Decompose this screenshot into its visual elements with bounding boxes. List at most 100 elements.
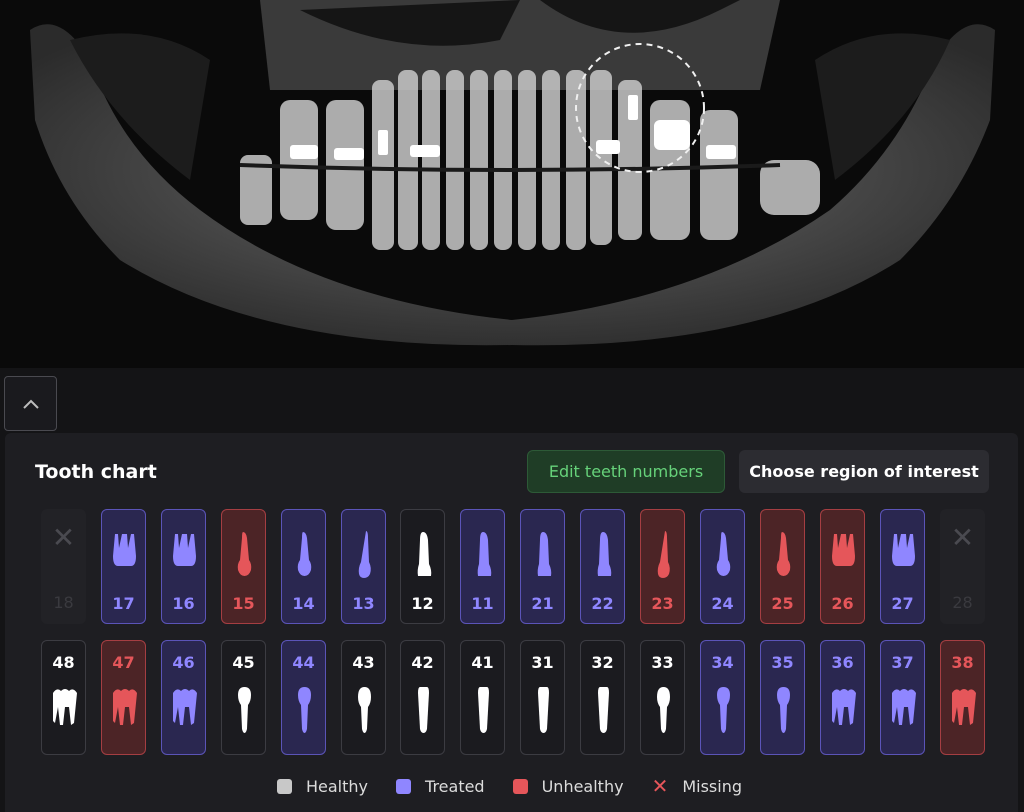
legend: Healthy Treated Unhealthy ✕ Missing (277, 775, 770, 797)
tooth-canine-icon (657, 687, 670, 733)
tooth-premolar-icon (298, 687, 311, 733)
tooth-number: 21 (531, 594, 554, 613)
tooth-number: 24 (711, 594, 734, 613)
legend-healthy: Healthy (277, 777, 368, 796)
tooth-43[interactable]: 43 (341, 640, 386, 755)
legend-label: Treated (425, 776, 485, 796)
tooth-number: 32 (591, 653, 614, 672)
tooth-incisor-icon (418, 687, 429, 733)
tooth-37[interactable]: 37 (880, 640, 925, 755)
tooth-incisor-icon (538, 687, 549, 733)
tooth-17[interactable]: 17 (101, 509, 146, 624)
tooth-45[interactable]: 45 (221, 640, 266, 755)
tooth-33[interactable]: 33 (640, 640, 685, 755)
tooth-number: 15 (232, 594, 255, 613)
tooth-42[interactable]: 42 (400, 640, 445, 755)
tooth-26[interactable]: 26 (820, 509, 865, 624)
legend-label: Unhealthy (541, 776, 624, 796)
tooth-incisor-icon (477, 532, 492, 576)
tooth-molar-icon (53, 689, 77, 725)
tooth-44[interactable]: 44 (281, 640, 326, 755)
tooth-number: 33 (651, 653, 674, 672)
choose-region-button[interactable]: Choose region of interest (739, 450, 989, 493)
upper-teeth-row: ✕ 18 17 16 15 14 13 12 11 21 22 23 24 25 26 27 ✕ 28 (41, 509, 986, 624)
tooth-number: 43 (352, 653, 375, 672)
tooth-number: 12 (411, 594, 434, 613)
tooth-number: 38 (951, 653, 974, 672)
collapse-button[interactable] (4, 376, 57, 431)
missing-x-icon: ✕ (950, 521, 975, 554)
edit-teeth-numbers-button[interactable]: Edit teeth numbers (527, 450, 725, 493)
tooth-number: 46 (172, 653, 195, 672)
tooth-13[interactable]: 13 (341, 509, 386, 624)
tooth-chart-panel: Tooth chart Edit teeth numbers Choose re… (5, 433, 1018, 812)
tooth-38[interactable]: 38 (940, 640, 985, 755)
tooth-number: 28 (952, 593, 973, 612)
tooth-35[interactable]: 35 (760, 640, 805, 755)
tooth-number: 47 (112, 653, 135, 672)
tooth-molar-icon (892, 689, 916, 725)
tooth-premolar-icon (717, 687, 730, 733)
tooth-12[interactable]: 12 (400, 509, 445, 624)
tooth-incisor-icon (597, 532, 612, 576)
tooth-number: 22 (591, 594, 614, 613)
tooth-47[interactable]: 47 (101, 640, 146, 755)
tooth-number: 17 (112, 594, 135, 613)
tooth-number: 41 (471, 653, 494, 672)
legend-unhealthy: Unhealthy (512, 776, 624, 796)
tooth-31[interactable]: 31 (520, 640, 565, 755)
tooth-molar-icon (113, 689, 137, 725)
tooth-41[interactable]: 41 (460, 640, 505, 755)
tooth-14[interactable]: 14 (281, 509, 326, 624)
tooth-48[interactable]: 48 (41, 640, 86, 755)
tooth-number: 18 (53, 593, 74, 612)
tooth-15[interactable]: 15 (221, 509, 266, 624)
tooth-number: 35 (771, 653, 794, 672)
tooth-molar-icon (832, 534, 855, 566)
tooth-number: 26 (831, 594, 854, 613)
tooth-32[interactable]: 32 (580, 640, 625, 755)
chevron-up-icon (22, 399, 39, 409)
tooth-number: 48 (52, 653, 75, 672)
tooth-number: 36 (831, 653, 854, 672)
treated-swatch (396, 778, 412, 794)
healthy-swatch (277, 778, 292, 794)
tooth-premolar-icon (297, 532, 312, 576)
legend-missing: ✕ Missing (651, 773, 742, 798)
tooth-18[interactable]: ✕ 18 (41, 509, 86, 624)
tooth-36[interactable]: 36 (820, 640, 865, 755)
tooth-21[interactable]: 21 (520, 509, 565, 624)
tooth-incisor-icon (417, 532, 432, 576)
legend-label: Missing (682, 776, 742, 796)
tooth-22[interactable]: 22 (580, 509, 625, 624)
tooth-number: 14 (292, 594, 315, 613)
tooth-molar-icon (173, 689, 197, 725)
tooth-premolar-icon (777, 687, 790, 733)
tooth-molar-icon (952, 689, 976, 725)
tooth-number: 16 (172, 594, 195, 613)
panel-title: Tooth chart (35, 461, 157, 483)
tooth-24[interactable]: 24 (700, 509, 745, 624)
tooth-28[interactable]: ✕ 28 (940, 509, 985, 624)
tooth-27[interactable]: 27 (880, 509, 925, 624)
tooth-molar-icon (832, 689, 856, 725)
tooth-number: 23 (651, 594, 674, 613)
tooth-premolar-icon (716, 532, 731, 576)
tooth-incisor-icon (478, 687, 489, 733)
tooth-canine-icon (657, 531, 670, 578)
tooth-canine-icon (358, 531, 371, 578)
panoramic-xray-image[interactable] (0, 0, 1024, 368)
tooth-11[interactable]: 11 (460, 509, 505, 624)
tooth-number: 25 (771, 594, 794, 613)
tooth-number: 37 (891, 653, 914, 672)
tooth-number: 31 (531, 653, 554, 672)
tooth-23[interactable]: 23 (640, 509, 685, 624)
tooth-34[interactable]: 34 (700, 640, 745, 755)
tooth-canine-icon (358, 687, 371, 733)
tooth-premolar-icon (776, 532, 791, 576)
tooth-16[interactable]: 16 (161, 509, 206, 624)
legend-label: Healthy (306, 776, 369, 796)
tooth-25[interactable]: 25 (760, 509, 805, 624)
tooth-46[interactable]: 46 (161, 640, 206, 755)
x-icon: ✕ (651, 773, 669, 798)
